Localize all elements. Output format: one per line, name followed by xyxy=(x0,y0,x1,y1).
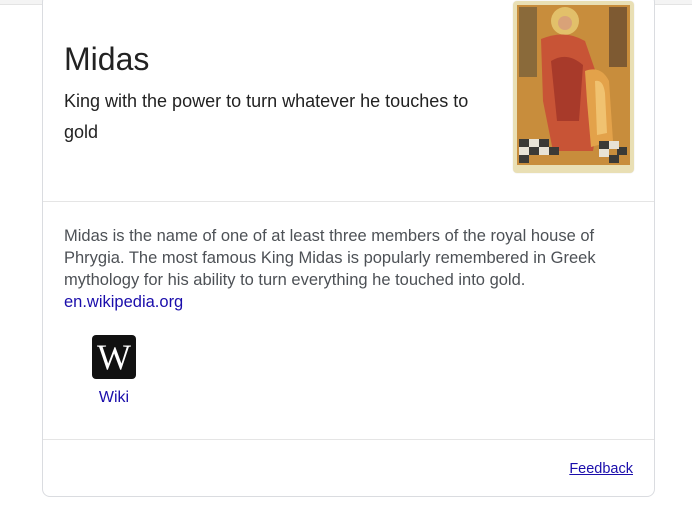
entity-description: Midas is the name of one of at least thr… xyxy=(64,227,596,289)
entity-subtitle: King with the power to turn whatever he … xyxy=(64,91,469,142)
source-link[interactable]: en.wikipedia.org xyxy=(64,291,183,313)
painting-illustration xyxy=(513,1,634,173)
painting-image[interactable] xyxy=(513,1,634,173)
knowledge-panel: Midas King with the power to turn whatev… xyxy=(42,0,655,497)
description-section: Midas is the name of one of at least thr… xyxy=(64,225,639,313)
feedback-link[interactable]: Feedback xyxy=(569,461,633,477)
entity-title: Midas xyxy=(64,41,150,77)
wikipedia-icon: W xyxy=(92,335,136,379)
panel-header: Midas King with the power to turn whatev… xyxy=(43,0,654,202)
footer-divider xyxy=(43,439,654,440)
profile-label: Wiki xyxy=(98,389,130,406)
profile-wiki[interactable]: W Wiki xyxy=(87,335,141,407)
